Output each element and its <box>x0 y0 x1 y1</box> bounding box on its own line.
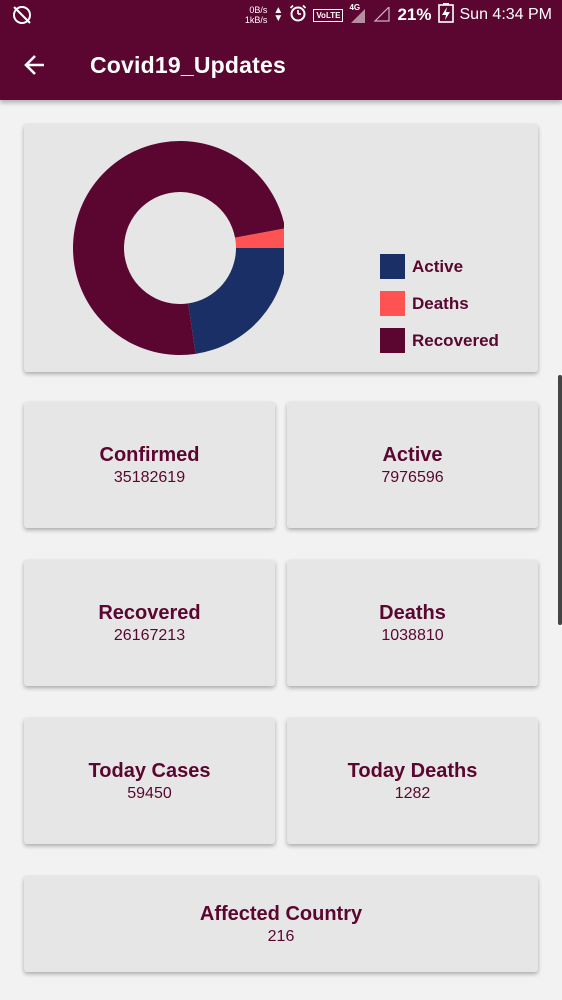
today-cases-card: Today Cases 59450 <box>24 718 275 844</box>
battery-charging-icon <box>437 2 454 28</box>
legend-item-recovered: Recovered <box>380 328 499 353</box>
page-title: Covid19_Updates <box>90 51 287 78</box>
recovered-label: Recovered <box>98 601 201 624</box>
recovered-card: Recovered 26167213 <box>24 560 275 686</box>
legend-swatch-deaths <box>380 291 405 316</box>
confirmed-card: Confirmed 35182619 <box>24 402 275 528</box>
confirmed-label: Confirmed <box>99 443 200 466</box>
confirmed-value: 35182619 <box>113 468 186 486</box>
legend-swatch-active <box>380 254 405 279</box>
status-bar: 0B/s 1kB/s ▲ ▼ VoLTE 4G 21% Sun 4:34 PM <box>0 0 562 30</box>
legend-swatch-recovered <box>380 328 405 353</box>
battery-percent: 21% <box>397 5 432 24</box>
signal-2-icon <box>373 5 391 23</box>
legend-item-active: Active <box>380 254 499 279</box>
chart-legend: Active Deaths Recovered <box>380 254 499 365</box>
deaths-value: 1038810 <box>381 626 444 644</box>
active-card: Active 7976596 <box>287 402 538 528</box>
recovered-value: 26167213 <box>113 626 186 644</box>
data-arrows-icon: ▲ ▼ <box>273 5 284 24</box>
legend-label-deaths: Deaths <box>412 293 469 313</box>
clock: Sun 4:34 PM <box>459 6 553 23</box>
today-deaths-value: 1282 <box>394 784 431 802</box>
arrow-back-icon <box>24 55 44 75</box>
app-bar: Covid19_Updates <box>0 30 562 100</box>
active-label: Active <box>382 443 443 466</box>
today-cases-value: 59450 <box>127 784 172 802</box>
deaths-label: Deaths <box>379 601 446 624</box>
sync-off-icon <box>10 4 34 26</box>
net-speed: 0B/s 1kB/s <box>245 5 268 25</box>
affected-country-card: Affected Country 216 <box>24 876 538 972</box>
donut-slice-active <box>188 248 284 354</box>
chart-card: Active Deaths Recovered <box>24 124 538 372</box>
legend-label-recovered: Recovered <box>412 330 499 350</box>
signal-icon: 4G <box>349 3 367 23</box>
volte-badge: VoLTE <box>313 8 344 22</box>
alarm-icon <box>289 4 307 27</box>
active-value: 7976596 <box>381 468 444 486</box>
today-cases-label: Today Cases <box>88 759 211 782</box>
affected-country-value: 216 <box>267 927 295 945</box>
legend-item-deaths: Deaths <box>380 291 499 316</box>
net-up: 0B/s <box>249 5 268 15</box>
affected-country-label: Affected Country <box>199 902 363 925</box>
today-deaths-label: Today Deaths <box>347 759 478 782</box>
legend-label-active: Active <box>412 256 464 276</box>
deaths-card: Deaths 1038810 <box>287 560 538 686</box>
scrollbar[interactable] <box>558 375 562 625</box>
today-deaths-card: Today Deaths 1282 <box>287 718 538 844</box>
donut-chart <box>73 141 284 355</box>
net-down: 1kB/s <box>244 15 268 25</box>
back-button[interactable] <box>0 30 70 100</box>
